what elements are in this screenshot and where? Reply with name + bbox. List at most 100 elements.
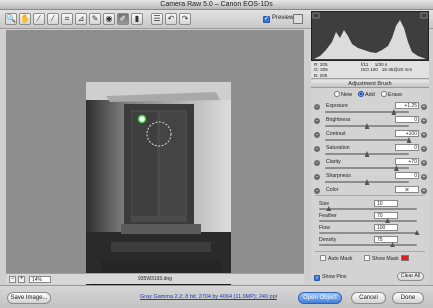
brush-setting-value[interactable]: 70 bbox=[374, 212, 398, 219]
preview-checkbox[interactable]: ✓ Preview bbox=[263, 15, 293, 23]
workflow-options-link[interactable]: Gray Gamma 2.2; 8 bit; 2704 by 4064 (11.… bbox=[140, 294, 277, 300]
readout-b: B: 205 bbox=[314, 72, 328, 78]
slider-label: Exposure bbox=[326, 103, 348, 109]
cancel-button[interactable]: Cancel bbox=[351, 292, 386, 304]
color-sampler-tool-icon[interactable]: ⁄ bbox=[47, 13, 59, 25]
slider-track[interactable] bbox=[319, 208, 417, 210]
histogram bbox=[311, 11, 429, 61]
slider-track[interactable] bbox=[319, 244, 417, 246]
minus-icon[interactable]: − bbox=[314, 160, 320, 166]
brush-mode-group: New Add Erase bbox=[334, 91, 408, 98]
mode-erase-radio[interactable]: Erase bbox=[380, 91, 402, 98]
minus-icon[interactable]: − bbox=[314, 188, 320, 194]
radio-icon[interactable] bbox=[334, 91, 340, 97]
slider-track[interactable] bbox=[319, 232, 417, 234]
fullscreen-icon[interactable] bbox=[293, 14, 303, 24]
brush-setting-label: Feather bbox=[319, 213, 337, 219]
auto-mask-checkbox[interactable]: Auto Mask bbox=[320, 255, 353, 262]
shadow-clipping-icon bbox=[312, 12, 320, 19]
hand-tool-icon[interactable]: ✋ bbox=[19, 13, 31, 25]
white-balance-tool-icon[interactable]: ⁄ bbox=[33, 13, 45, 25]
mode-new-radio[interactable]: New bbox=[334, 91, 352, 98]
brush-setting-value[interactable]: 100 bbox=[374, 224, 398, 231]
slider-value-field[interactable]: 0 bbox=[395, 116, 419, 123]
plus-icon[interactable]: + bbox=[421, 174, 427, 180]
slider-value-field[interactable]: +100 bbox=[395, 130, 419, 137]
radio-icon[interactable] bbox=[358, 91, 365, 97]
rotate-ccw-icon[interactable]: ↶ bbox=[165, 13, 177, 25]
plus-icon[interactable]: + bbox=[421, 146, 427, 152]
slider-value-field[interactable]: +70 bbox=[395, 158, 419, 165]
slider-exposure[interactable]: − Exposure +1.25 + bbox=[311, 102, 429, 116]
spot-removal-tool-icon[interactable]: ✎ bbox=[89, 13, 101, 25]
preferences-icon[interactable]: ☰ bbox=[151, 13, 163, 25]
zoom-in-button[interactable]: + bbox=[18, 276, 25, 283]
minus-icon[interactable]: − bbox=[314, 132, 320, 138]
adjustment-brush-icon[interactable]: ✐ bbox=[117, 13, 129, 25]
minus-icon[interactable]: − bbox=[314, 104, 320, 110]
show-mask-check-icon[interactable] bbox=[364, 255, 370, 261]
panel-divider bbox=[315, 195, 425, 196]
panel-title: Adjustment Brush bbox=[311, 80, 429, 88]
brush-feather-slider[interactable]: Feather 70 bbox=[311, 212, 429, 224]
histogram-graph bbox=[312, 12, 428, 59]
plus-icon[interactable]: + bbox=[421, 104, 427, 110]
auto-mask-label: Auto Mask bbox=[328, 256, 353, 262]
mask-color-swatch[interactable] bbox=[400, 255, 409, 261]
slider-label: Saturation bbox=[326, 145, 350, 151]
slider-saturation[interactable]: − Saturation 0 + bbox=[311, 144, 429, 158]
filename-label: 935W3193.dng bbox=[138, 276, 172, 282]
minus-icon[interactable]: − bbox=[314, 174, 320, 180]
dialog-footer: Save Image... Gray Gamma 2.2; 8 bit; 270… bbox=[0, 285, 433, 308]
show-pins-check-icon[interactable]: ✓ bbox=[314, 275, 320, 281]
mode-add-radio[interactable]: Add bbox=[358, 91, 375, 98]
slider-track[interactable] bbox=[325, 139, 409, 141]
plus-icon[interactable]: + bbox=[421, 188, 427, 194]
photo-preview[interactable] bbox=[86, 82, 231, 293]
slider-track[interactable] bbox=[325, 111, 409, 113]
minus-icon[interactable]: − bbox=[314, 118, 320, 124]
rotate-cw-icon[interactable]: ↷ bbox=[179, 13, 191, 25]
color-swatch[interactable] bbox=[395, 186, 419, 193]
plus-icon[interactable]: + bbox=[421, 160, 427, 166]
slider-value-field[interactable]: 0 bbox=[395, 172, 419, 179]
show-mask-checkbox[interactable]: Show Mask bbox=[364, 255, 409, 262]
plus-icon[interactable]: + bbox=[421, 118, 427, 124]
crop-tool-icon[interactable]: ⌗ bbox=[61, 13, 73, 25]
zoom-level-select[interactable]: 14% bbox=[29, 276, 51, 283]
slider-contrast[interactable]: − Contrast +100 + bbox=[311, 130, 429, 144]
show-pins-checkbox[interactable]: ✓ Show Pins bbox=[314, 274, 347, 281]
brush-flow-slider[interactable]: Flow 100 bbox=[311, 224, 429, 236]
done-button[interactable]: Done bbox=[392, 292, 424, 304]
slider-clarity[interactable]: − Clarity +70 + bbox=[311, 158, 429, 172]
title-bar: Camera Raw 5.0 – Canon EOS-1Ds bbox=[0, 0, 433, 10]
auto-mask-check-icon[interactable] bbox=[320, 255, 326, 261]
zoom-out-button[interactable]: − bbox=[9, 276, 16, 283]
save-image-button[interactable]: Save Image... bbox=[7, 292, 51, 304]
slider-label: Clarity bbox=[326, 159, 341, 165]
slider-sharpness[interactable]: − Sharpness 0 + bbox=[311, 172, 429, 186]
preview-check-icon[interactable]: ✓ bbox=[263, 16, 270, 23]
pixel-readout: R: 205 G: 205 B: 205 f/11 1/30 s ISO 100… bbox=[311, 61, 429, 79]
brush-density-slider[interactable]: Density 75 bbox=[311, 236, 429, 248]
slider-brightness[interactable]: − Brightness 0 + bbox=[311, 116, 429, 130]
image-preview-area[interactable] bbox=[6, 30, 304, 293]
radio-icon[interactable] bbox=[380, 91, 387, 97]
panel-divider bbox=[315, 251, 425, 252]
brush-size-slider[interactable]: Size 10 bbox=[311, 200, 429, 212]
minus-icon[interactable]: − bbox=[314, 146, 320, 152]
clear-all-button[interactable]: Clear All bbox=[397, 272, 424, 281]
slider-value-field[interactable]: 0 bbox=[395, 144, 419, 151]
slider-value-field[interactable]: +1.25 bbox=[395, 102, 419, 109]
brush-setting-value[interactable]: 10 bbox=[374, 200, 398, 207]
open-object-button[interactable]: Open Object bbox=[298, 292, 342, 304]
straighten-tool-icon[interactable]: ⊿ bbox=[75, 13, 87, 25]
color-label: Color bbox=[326, 187, 339, 193]
plus-icon[interactable]: + bbox=[421, 132, 427, 138]
red-eye-tool-icon[interactable]: ◉ bbox=[103, 13, 115, 25]
slider-track[interactable] bbox=[319, 220, 417, 222]
zoom-tool-icon[interactable]: 🔍 bbox=[5, 13, 17, 25]
graduated-filter-icon[interactable]: ▮ bbox=[131, 13, 143, 25]
brush-setting-value[interactable]: 75 bbox=[374, 236, 398, 243]
canvas-status-bar: − + 14% 935W3193.dng bbox=[6, 273, 304, 284]
